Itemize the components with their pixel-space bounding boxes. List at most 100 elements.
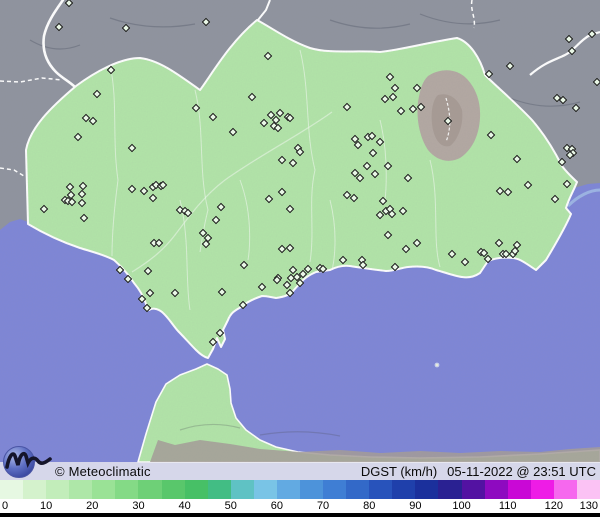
station-marker[interactable] [54, 22, 64, 32]
station-marker[interactable] [211, 215, 221, 225]
station-marker[interactable] [486, 130, 496, 140]
station-marker[interactable] [494, 238, 504, 248]
station-marker[interactable] [239, 260, 249, 270]
station-marker[interactable] [385, 72, 395, 82]
station-marker[interactable] [215, 328, 225, 338]
station-marker[interactable] [273, 123, 283, 133]
station-marker[interactable] [143, 266, 153, 276]
station-marker[interactable] [139, 186, 149, 196]
station-marker[interactable] [277, 244, 287, 254]
station-marker[interactable] [288, 158, 298, 168]
station-marker[interactable] [216, 202, 226, 212]
station-marker[interactable] [587, 29, 597, 39]
station-marker[interactable] [259, 118, 269, 128]
station-marker[interactable] [390, 262, 400, 272]
station-marker[interactable] [247, 92, 257, 102]
station-marker[interactable] [562, 179, 572, 189]
station-marker[interactable] [238, 300, 248, 310]
station-marker[interactable] [383, 230, 393, 240]
station-marker[interactable] [277, 187, 287, 197]
station-marker[interactable] [115, 265, 125, 275]
station-marker[interactable] [263, 51, 273, 61]
station-marker[interactable] [484, 69, 494, 79]
station-marker[interactable] [390, 83, 400, 93]
station-marker[interactable] [387, 209, 397, 219]
variable-label: DGST (km/h) [360, 463, 438, 479]
station-marker[interactable] [78, 181, 88, 191]
station-marker[interactable] [342, 102, 352, 112]
station-marker[interactable] [92, 89, 102, 99]
station-marker[interactable] [106, 65, 116, 75]
station-marker[interactable] [285, 243, 295, 253]
station-marker[interactable] [67, 197, 77, 207]
station-marker[interactable] [208, 112, 218, 122]
station-marker[interactable] [137, 294, 147, 304]
station-marker[interactable] [121, 23, 131, 33]
station-marker[interactable] [447, 249, 457, 259]
station-marker[interactable] [170, 288, 180, 298]
station-marker[interactable] [378, 196, 388, 206]
station-marker[interactable] [505, 61, 515, 71]
station-marker[interactable] [368, 148, 378, 158]
station-marker[interactable] [208, 337, 218, 347]
station-marker[interactable] [383, 161, 393, 171]
station-marker[interactable] [285, 204, 295, 214]
station-marker[interactable] [123, 274, 133, 284]
meteoclimatic-logo[interactable] [2, 443, 56, 483]
station-marker[interactable] [285, 288, 295, 298]
station-marker[interactable] [523, 180, 533, 190]
station-marker[interactable] [483, 254, 493, 264]
station-marker[interactable] [396, 106, 406, 116]
station-marker[interactable] [154, 238, 164, 248]
station-marker[interactable] [338, 255, 348, 265]
station-marker[interactable] [39, 204, 49, 214]
station-marker[interactable] [79, 213, 89, 223]
station-marker[interactable] [412, 83, 422, 93]
station-marker[interactable] [592, 77, 600, 87]
station-marker[interactable] [77, 198, 87, 208]
station-marker[interactable] [148, 193, 158, 203]
station-marker[interactable] [557, 157, 567, 167]
legend-color-cell [576, 480, 600, 499]
station-marker[interactable] [295, 147, 305, 157]
station-marker[interactable] [460, 257, 470, 267]
station-marker[interactable] [564, 34, 574, 44]
station-marker[interactable] [412, 238, 422, 248]
station-marker[interactable] [191, 103, 201, 113]
station-marker[interactable] [183, 208, 193, 218]
station-marker[interactable] [558, 95, 568, 105]
station-marker[interactable] [512, 154, 522, 164]
station-marker[interactable] [353, 140, 363, 150]
station-marker[interactable] [201, 17, 211, 27]
station-marker[interactable] [257, 282, 267, 292]
station-marker[interactable] [375, 137, 385, 147]
station-marker[interactable] [388, 92, 398, 102]
station-marker[interactable] [295, 278, 305, 288]
station-marker[interactable] [416, 102, 426, 112]
station-marker[interactable] [228, 127, 238, 137]
station-marker[interactable] [145, 288, 155, 298]
station-marker[interactable] [88, 116, 98, 126]
station-marker[interactable] [362, 161, 372, 171]
station-marker[interactable] [73, 132, 83, 142]
station-marker[interactable] [358, 260, 368, 270]
station-marker[interactable] [567, 46, 577, 56]
station-marker[interactable] [370, 169, 380, 179]
station-marker[interactable] [571, 103, 581, 113]
station-marker[interactable] [142, 303, 152, 313]
station-marker[interactable] [401, 244, 411, 254]
station-marker[interactable] [77, 189, 87, 199]
station-marker[interactable] [550, 194, 560, 204]
legend-color-cell [507, 480, 531, 499]
station-marker[interactable] [503, 187, 513, 197]
station-marker[interactable] [217, 287, 227, 297]
station-marker[interactable] [127, 184, 137, 194]
station-marker[interactable] [443, 116, 453, 126]
station-marker[interactable] [349, 193, 359, 203]
station-marker[interactable] [127, 143, 137, 153]
station-marker[interactable] [398, 206, 408, 216]
station-marker[interactable] [277, 155, 287, 165]
station-marker[interactable] [264, 194, 274, 204]
station-marker[interactable] [64, 0, 74, 8]
station-marker[interactable] [403, 173, 413, 183]
